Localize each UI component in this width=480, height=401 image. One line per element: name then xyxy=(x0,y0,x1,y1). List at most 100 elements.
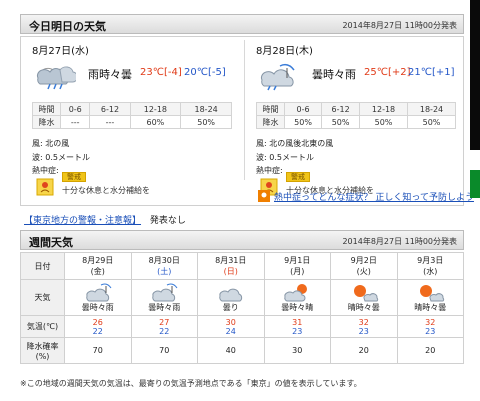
md: 9月1日 xyxy=(284,256,311,265)
period: 6-12 xyxy=(321,102,361,116)
today-forecast: 8月27日(水) 雨時々曇 23℃[-4] 20℃[-5] 時間 0-6 6-12 1… xyxy=(22,38,244,201)
rain-value: --- xyxy=(89,115,131,129)
weather-name: 晴時々曇 xyxy=(347,303,380,312)
md: 9月3日 xyxy=(417,256,444,265)
week-day-date: 9月3日 (水) xyxy=(396,252,464,280)
high: 31 xyxy=(292,317,303,327)
wind: 風: 北の風後北東の風 xyxy=(256,139,334,148)
sun-cloud-icon xyxy=(420,285,445,302)
rain-table: 時間 0-6 6-12 12-18 18-24 降水 50% 50% 50% 50% xyxy=(256,102,456,129)
low-temp: 20℃ xyxy=(184,67,208,78)
period: 6-12 xyxy=(89,102,131,116)
low: 24 xyxy=(225,326,236,336)
wave: 波: 0.5メートル xyxy=(256,153,314,162)
week-day-weather: 晴時々曇 xyxy=(396,279,464,316)
high: 26 xyxy=(92,317,103,327)
wave: 波: 0.5メートル xyxy=(32,153,90,162)
week-day-rain: 20 xyxy=(330,337,398,364)
low: 22 xyxy=(92,326,103,336)
weather-name: 曇時々雨 xyxy=(148,303,181,312)
weather-name: 曇時々晴 xyxy=(281,303,314,312)
md: 8月31日 xyxy=(215,256,247,265)
week-day-date: 9月1日 (月) xyxy=(263,252,331,280)
day-date: 8月28日(木) xyxy=(256,46,313,57)
day-separator xyxy=(244,40,245,180)
rain-value: 50% xyxy=(180,115,232,129)
week-day-temp: 26 22 xyxy=(64,315,132,338)
low-diff: [+1] xyxy=(431,67,455,78)
date-label: 日付 xyxy=(20,252,65,280)
weekly-table: 日付 8月29日 (金) 8月30日 (土) 8月31日 (日) 9月1日 (月) 9月… xyxy=(20,252,464,364)
period: 18-24 xyxy=(407,102,456,116)
cloud-icon xyxy=(219,288,242,302)
md: 8月30日 xyxy=(148,256,180,265)
low: 23 xyxy=(292,326,303,336)
md: 8月29日 xyxy=(82,256,114,265)
rain-value: 50% xyxy=(321,115,361,129)
week-day-temp: 31 23 xyxy=(263,315,331,338)
edge-panel-dark xyxy=(470,0,480,150)
cloud-rain-icon xyxy=(86,283,112,302)
weather-label: 天気 xyxy=(20,279,65,316)
heatstroke-info-link[interactable]: 熱中症ってどんな症状？ 正しく知って予防しよう xyxy=(274,190,474,203)
rain-value: 50% xyxy=(283,115,323,129)
rain-prob-label: 降水 xyxy=(32,115,61,129)
low: 23 xyxy=(425,326,436,336)
week-day-temp: 32 23 xyxy=(330,315,398,338)
rain-prob-label: 降水 xyxy=(256,115,285,129)
temp-label: 気温(℃) xyxy=(20,315,65,338)
week-day-temp: 30 24 xyxy=(197,315,265,338)
week-day-weather: 曇時々雨 xyxy=(130,279,198,316)
period: 18-24 xyxy=(180,102,232,116)
high: 27 xyxy=(159,317,170,327)
weekly-title: 週間天気 xyxy=(29,236,73,249)
week-day-weather: 晴時々曇 xyxy=(330,279,398,316)
rain-table: 時間 0-6 6-12 12-18 18-24 降水 --- --- 60% 50% xyxy=(32,102,232,129)
week-day-rain: 70 xyxy=(130,337,198,364)
cloud-rain-icon xyxy=(260,63,295,91)
rain-time-label: 時間 xyxy=(256,102,285,116)
low-temp: 21℃ xyxy=(408,67,432,78)
dow: (火) xyxy=(356,267,371,276)
today-header: 今日明日の天気 2014年8月27日 11時00分発表 xyxy=(20,14,464,34)
heat-text: 十分な休息と水分補給を xyxy=(62,186,150,195)
period: 0-6 xyxy=(59,102,91,116)
rain-time-label: 時間 xyxy=(32,102,61,116)
heatstroke-link-icon xyxy=(258,190,270,202)
period: 12-18 xyxy=(359,102,408,116)
day-date: 8月27日(水) xyxy=(32,46,89,57)
week-day-weather: 曇り xyxy=(197,279,265,316)
high: 30 xyxy=(225,317,236,327)
heat-label: 熱中症: xyxy=(32,166,59,175)
warning-status: 発表なし xyxy=(149,216,186,226)
high-diff: [-4] xyxy=(163,67,182,78)
heat-badge: 警戒 xyxy=(286,172,310,182)
weekly-header: 週間天気 2014年8月27日 11時00分発表 xyxy=(20,230,464,250)
high-temp: 25℃ xyxy=(364,67,388,78)
cloud-sun-icon xyxy=(284,284,308,302)
dow: (月) xyxy=(290,267,305,276)
week-day-date: 8月29日 (金) xyxy=(64,252,132,280)
day-weather: 曇時々雨 xyxy=(312,68,356,81)
warning-link[interactable]: 【東京地方の警報・注意報】 xyxy=(24,216,141,226)
today-announce-time: 2014年8月27日 11時00分発表 xyxy=(342,21,457,30)
week-day-date: 8月30日 (土) xyxy=(130,252,198,280)
week-day-date: 8月31日 (日) xyxy=(197,252,265,280)
wind: 風: 北の風 xyxy=(32,139,70,148)
week-day-date: 9月2日 (火) xyxy=(330,252,398,280)
period: 12-18 xyxy=(129,102,182,116)
heatstroke-icon xyxy=(36,178,54,196)
rain-label: 降水確率(%) xyxy=(20,337,65,364)
heat-badge: 警戒 xyxy=(62,172,86,182)
high: 32 xyxy=(425,317,436,327)
dow: (金) xyxy=(90,267,105,276)
week-day-rain: 40 xyxy=(197,337,265,364)
weekly-footnote: ※この地域の週間天気の気温は、最寄りの気温予測地点である「東京」の値を表示してい… xyxy=(20,379,362,388)
week-day-temp: 32 23 xyxy=(396,315,464,338)
week-day-temp: 27 22 xyxy=(130,315,198,338)
weather-name: 晴時々曇 xyxy=(414,303,447,312)
high-temp: 23℃ xyxy=(140,67,164,78)
high: 32 xyxy=(358,317,369,327)
week-day-rain: 20 xyxy=(396,337,464,364)
week-day-weather: 曇時々晴 xyxy=(263,279,331,316)
